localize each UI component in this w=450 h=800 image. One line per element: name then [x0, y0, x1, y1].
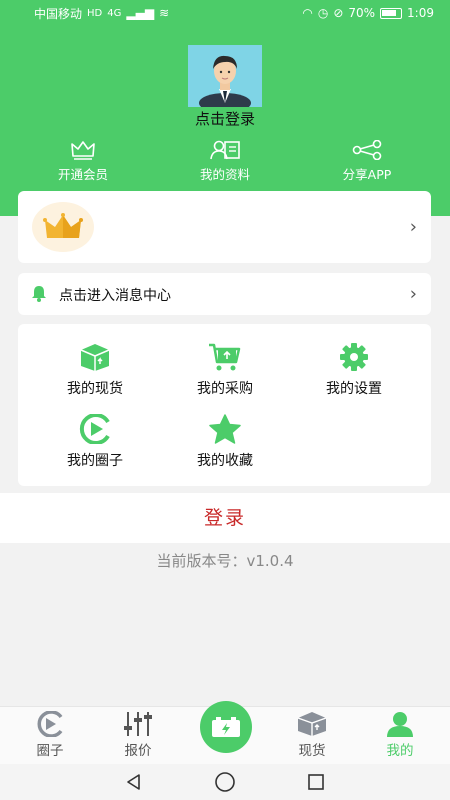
version-label: 当前版本号：v1.0.4 [156, 552, 294, 570]
my-favorites-button[interactable]: 我的收藏 [160, 414, 290, 470]
box-icon [297, 712, 327, 736]
headphone-icon: ◠ [302, 6, 313, 20]
chevron-right-icon: › [409, 216, 417, 238]
back-icon[interactable] [124, 772, 144, 792]
login-hint[interactable]: 点击登录 [0, 108, 450, 129]
signal-icon: ▂▄▆ [126, 6, 155, 20]
gold-crown-icon [43, 213, 83, 238]
tab-label: 现货 [298, 743, 326, 759]
profile-header: 点击登录 开通会员 我的资料 分享APP [0, 26, 450, 216]
recents-icon[interactable] [306, 772, 326, 792]
grid-label: 我的收藏 [197, 453, 253, 469]
grid-label: 我的圈子 [67, 453, 123, 469]
tab-label: 我的 [386, 743, 414, 759]
quick-label: 分享APP [342, 167, 392, 182]
battery-icon [380, 7, 403, 19]
tab-circle[interactable]: 圈子 [10, 711, 90, 759]
clock: 1:09 [407, 6, 434, 20]
home-icon[interactable] [214, 771, 236, 793]
share-app-button[interactable]: 分享APP [292, 140, 442, 183]
quick-label: 我的资料 [199, 167, 250, 182]
share-icon [352, 140, 382, 160]
tab-mine[interactable]: 我的 [360, 711, 440, 759]
message-center-label: 点击进入消息中心 [59, 288, 171, 304]
wifi-icon: ≋ [159, 6, 170, 20]
bell-icon [32, 286, 46, 302]
sliders-icon [124, 712, 152, 736]
gear-icon [340, 343, 368, 371]
tab-label: 圈子 [36, 743, 64, 759]
system-nav-bar [0, 764, 450, 800]
feature-grid: 我的现货 我的采购 我的设置 我的圈子 我的收藏 [18, 324, 431, 486]
quick-label: 开通会员 [57, 167, 108, 182]
grid-label: 我的设置 [326, 381, 382, 397]
person-icon [387, 712, 413, 737]
bottom-tab-bar: 圈子 报价 现货 我的 [0, 701, 450, 764]
tab-quotes[interactable]: 报价 [98, 711, 178, 759]
vip-card[interactable]: › [18, 191, 431, 263]
status-bar: 中国移动 HD 4G ▂▄▆ ≋ ◠ ◷ ⊘ 70% 1:09 [0, 0, 450, 26]
tab-battery-center[interactable] [200, 701, 252, 753]
my-stock-button[interactable]: 我的现货 [30, 342, 160, 398]
login-button[interactable]: 登录 [0, 493, 450, 543]
my-settings-button[interactable]: 我的设置 [289, 342, 419, 398]
circle-play-icon [79, 414, 110, 444]
carrier-label: 中国移动 [34, 6, 83, 21]
battery-percent: 70% [348, 6, 376, 20]
crown-outline-icon [71, 141, 95, 160]
profile-card-icon [210, 140, 240, 160]
alarm-icon: ◷ [317, 6, 329, 20]
battery-icon [212, 717, 240, 737]
my-circle-button[interactable]: 我的圈子 [30, 414, 160, 470]
cart-icon [209, 343, 241, 371]
tab-stock[interactable]: 现货 [272, 711, 352, 759]
network-type: 4G [107, 7, 122, 19]
star-icon [209, 414, 241, 444]
grid-label: 我的采购 [197, 381, 253, 397]
avatar[interactable] [188, 45, 262, 107]
my-profile-button[interactable]: 我的资料 [150, 140, 300, 183]
hd-badge: HD [87, 7, 103, 19]
open-membership-button[interactable]: 开通会员 [8, 140, 158, 183]
circle-play-icon [37, 711, 63, 737]
message-center-row[interactable]: 点击进入消息中心 › [18, 273, 431, 315]
my-purchase-button[interactable]: 我的采购 [160, 342, 290, 398]
box-icon [80, 344, 110, 371]
vip-crown-badge [32, 202, 94, 252]
tab-label: 报价 [124, 743, 152, 759]
grid-label: 我的现货 [67, 381, 123, 397]
chevron-right-icon: › [409, 283, 417, 305]
mute-icon: ⊘ [333, 6, 344, 20]
